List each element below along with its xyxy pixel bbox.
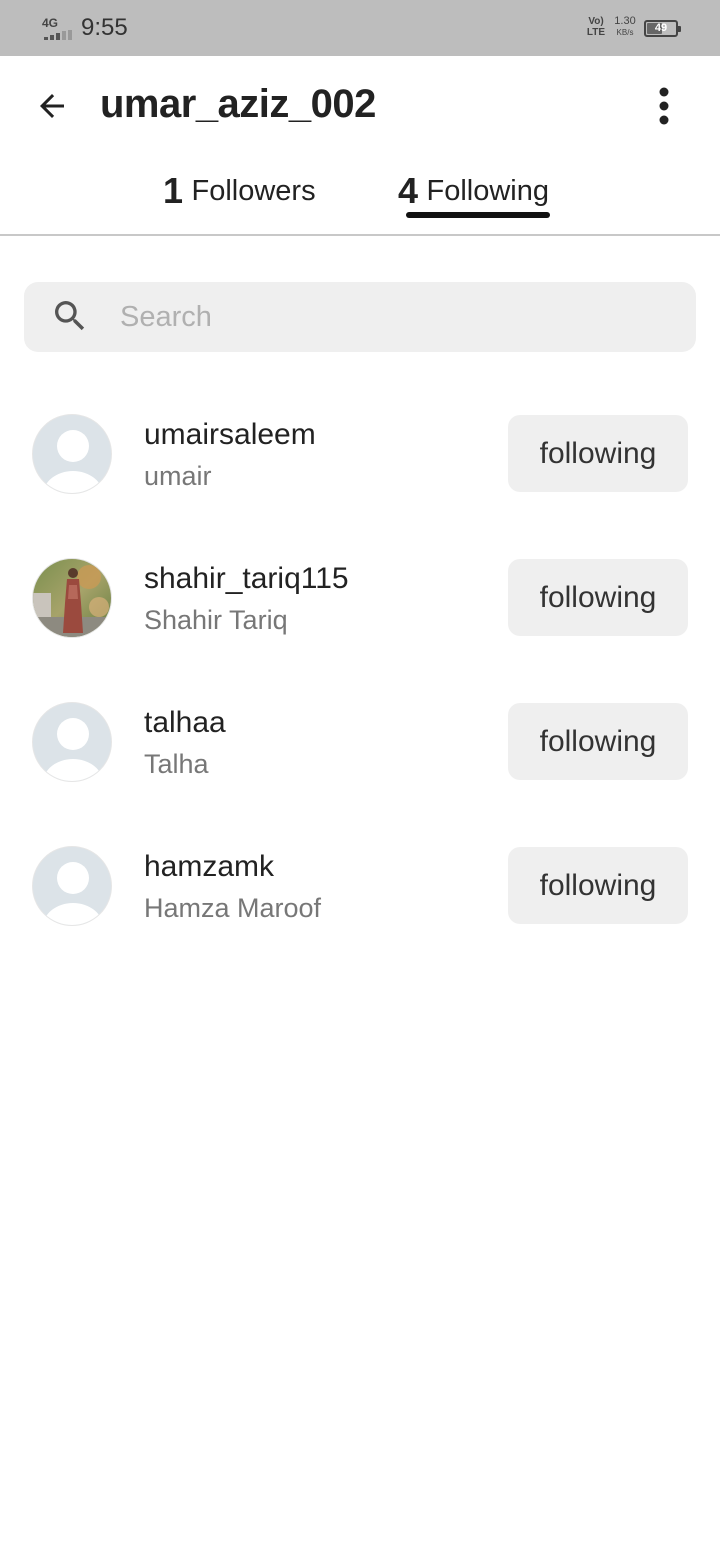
search-bar[interactable] [24,282,696,352]
full-name: Hamza Maroof [144,893,322,923]
follow-tabs: 1 Followers 4 Following [0,160,720,236]
full-name: umair [144,461,212,491]
default-avatar-icon [33,847,111,925]
status-bar: 4G 9:55 Vo) LTE 1.30 KB/s 49 [0,0,720,56]
username[interactable]: talhaa [144,706,226,740]
full-name: Talha [144,749,209,779]
full-name: Shahir Tariq [144,605,288,635]
default-avatar-icon [33,415,111,493]
page-title: umar_aziz_002 [100,82,376,126]
default-avatar-icon [33,703,111,781]
profile-photo [33,559,111,637]
list-item[interactable]: umairsaleem umair following [0,382,720,526]
network-speed: 1.30 KB/s [611,16,639,38]
active-tab-indicator [406,212,550,218]
battery-level: 49 [654,22,668,34]
followers-count: 1 [163,170,184,211]
avatar[interactable] [32,414,112,494]
more-options-button[interactable] [644,82,684,130]
following-button[interactable]: following [508,415,688,492]
app-header: umar_aziz_002 [0,56,720,156]
username[interactable]: shahir_tariq115 [144,562,349,596]
back-button[interactable] [28,82,76,130]
following-button[interactable]: following [508,703,688,780]
following-list: umairsaleem umair following shahir_tariq… [0,382,720,958]
arrow-left-icon [40,94,64,118]
following-label: Following [426,174,549,207]
following-button[interactable]: following [508,559,688,636]
signal-icon [44,30,74,40]
list-item[interactable]: talhaa Talha following [0,670,720,814]
following-count: 4 [398,170,419,211]
more-vert-icon [659,87,669,125]
tab-followers[interactable]: 1 Followers [163,170,316,226]
following-button[interactable]: following [508,847,688,924]
avatar[interactable] [32,846,112,926]
avatar[interactable] [32,558,112,638]
network-type: 4G [42,16,59,30]
battery-icon: 49 [644,20,681,37]
search-input[interactable] [120,292,680,342]
search-icon [55,301,85,331]
network-speed-value: 1.30 [614,15,636,27]
volte-indicator: Vo) LTE [586,16,606,38]
list-item[interactable]: hamzamk Hamza Maroof following [0,814,720,958]
username[interactable]: umairsaleem [144,418,316,452]
list-item[interactable]: shahir_tariq115 Shahir Tariq following [0,526,720,670]
status-time: 9:55 [81,14,128,41]
avatar[interactable] [32,702,112,782]
username[interactable]: hamzamk [144,850,274,884]
network-speed-unit: KB/s [616,28,634,37]
followers-label: Followers [191,174,316,207]
